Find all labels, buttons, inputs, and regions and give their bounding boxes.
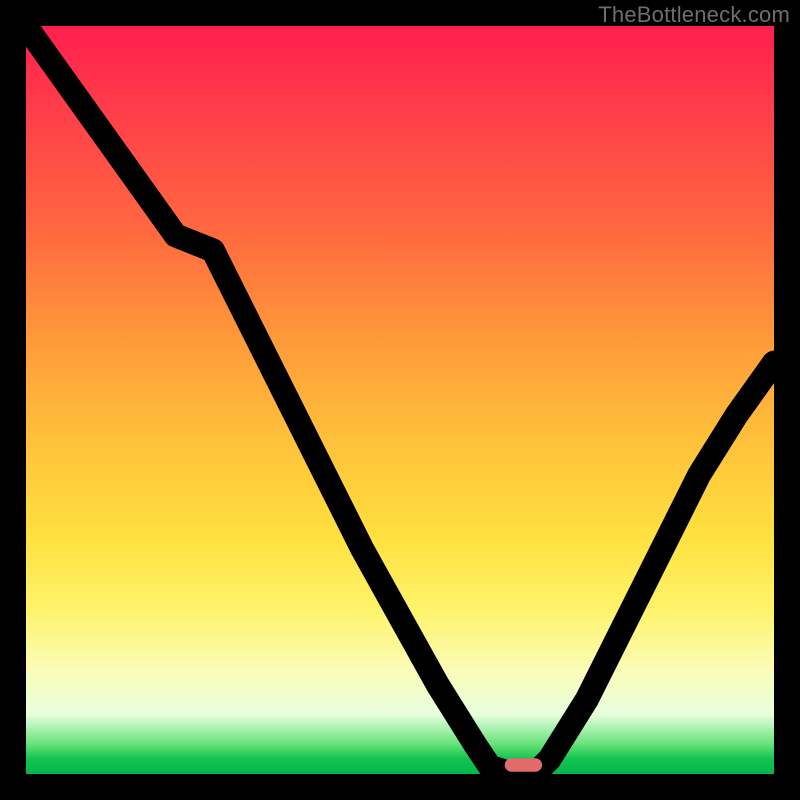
optimal-marker — [505, 758, 542, 771]
watermark-text: TheBottleneck.com — [598, 2, 790, 28]
chart-svg — [26, 26, 774, 774]
bottleneck-curve — [26, 26, 774, 774]
chart-frame: TheBottleneck.com — [0, 0, 800, 800]
plot-area — [26, 26, 774, 774]
